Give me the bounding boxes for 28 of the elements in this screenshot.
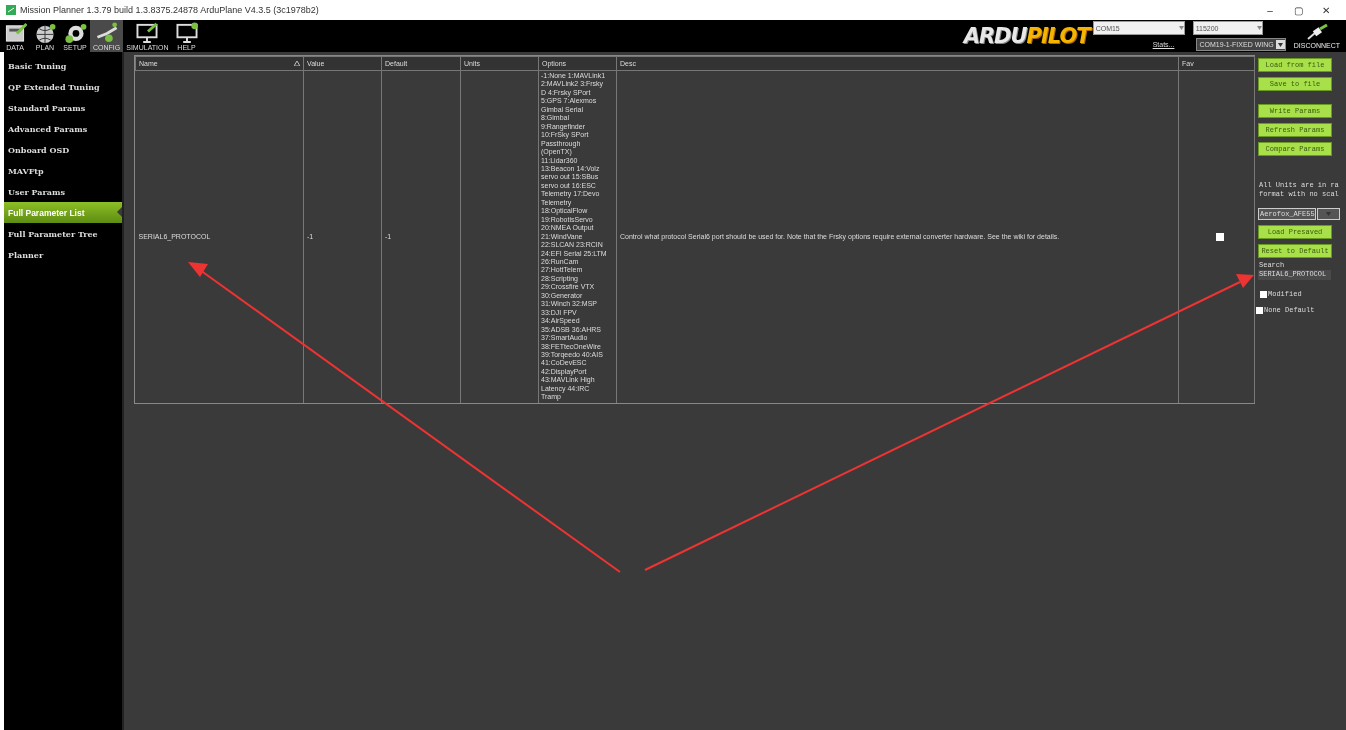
caret-icon	[1277, 42, 1283, 47]
checkbox[interactable]	[1260, 290, 1267, 298]
caret-icon	[1326, 212, 1332, 216]
sidebar-item[interactable]: Onboard OSD	[4, 139, 122, 160]
sidebar-item[interactable]: QP Extended Tuning	[4, 76, 122, 97]
sidebar-item[interactable]: Planner	[4, 244, 122, 265]
favorite-checkbox[interactable]	[1216, 232, 1224, 241]
caret-icon	[1178, 26, 1184, 30]
caret-icon	[1256, 26, 1262, 30]
app-icon	[6, 5, 16, 15]
sidebar-item[interactable]: Basic Tuning	[4, 55, 122, 76]
sidebar-item[interactable]: Standard Params	[4, 97, 122, 118]
plug-icon	[1305, 24, 1328, 40]
monitor-icon	[135, 22, 160, 43]
minimize-button[interactable]: –	[1256, 4, 1284, 16]
close-button[interactable]: ✕	[1312, 4, 1340, 16]
checkbox[interactable]	[1256, 306, 1263, 314]
sidebar-item[interactable]: MAVFtp	[4, 160, 122, 181]
screen-icon	[3, 22, 27, 43]
sidebar-item[interactable]: User Params	[4, 181, 122, 202]
globe-icon	[33, 22, 57, 43]
monitor-icon	[174, 22, 199, 43]
window-title: Mission Planner 1.3.79 build 1.3.8375.24878 ArduPlane V4.3.5 (3c1978b2)	[20, 5, 320, 15]
sidebar-item[interactable]: Full Parameter Tree	[4, 223, 122, 244]
logo: ARDUPILOT	[963, 24, 1090, 48]
sort-icon	[294, 61, 300, 66]
sidebar-item[interactable]: Advanced Params	[4, 118, 122, 139]
maximize-button[interactable]: ▢	[1284, 4, 1312, 16]
